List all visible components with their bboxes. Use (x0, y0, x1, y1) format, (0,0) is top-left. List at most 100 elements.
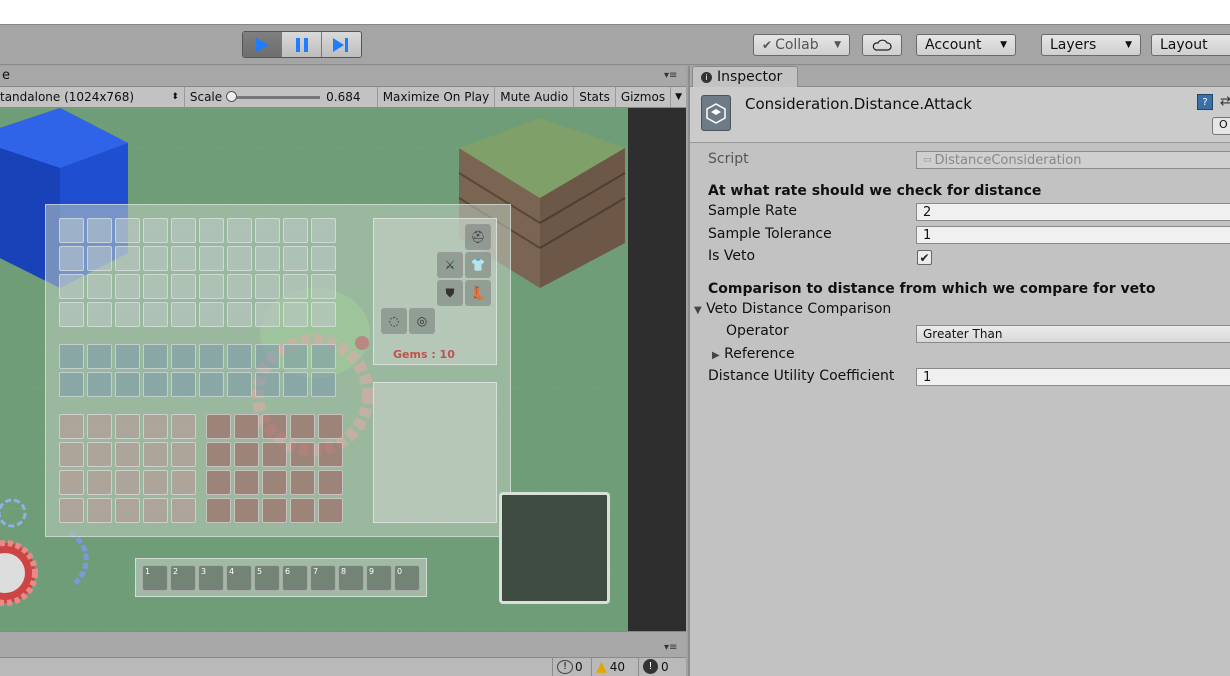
loot-slot[interactable] (234, 442, 259, 467)
hotbar-slot[interactable]: 2 (170, 565, 196, 591)
crafting-slot[interactable] (59, 498, 84, 523)
crafting-slot[interactable] (87, 442, 112, 467)
inventory-slot[interactable] (283, 246, 308, 271)
inventory-slot[interactable] (115, 246, 140, 271)
loot-slot[interactable] (234, 414, 259, 439)
hotbar-slot[interactable]: 9 (366, 565, 392, 591)
inventory-slot[interactable] (283, 274, 308, 299)
inventory-slot[interactable] (227, 246, 252, 271)
inventory-slot[interactable] (255, 218, 280, 243)
minimap[interactable] (499, 492, 610, 604)
scale-slider-knob[interactable] (226, 90, 238, 102)
inventory-slot[interactable] (255, 274, 280, 299)
tab-game[interactable]: e (0, 66, 12, 87)
veto-comparison-foldout[interactable]: ▼ Veto Distance Comparison (694, 301, 891, 317)
storage-slot[interactable] (171, 344, 196, 369)
is-veto-checkbox[interactable]: ✔ (917, 250, 932, 265)
crafting-slot[interactable] (143, 498, 168, 523)
loot-slot[interactable] (290, 442, 315, 467)
pause-button[interactable] (282, 32, 322, 57)
inventory-slot[interactable] (59, 218, 84, 243)
loot-slot[interactable] (206, 414, 231, 439)
scale-slider[interactable] (226, 90, 321, 102)
hotbar-slot[interactable]: 1 (142, 565, 168, 591)
hotbar-slot[interactable]: 0 (394, 565, 420, 591)
hotbar-slot[interactable]: 4 (226, 565, 252, 591)
crafting-slot[interactable] (59, 414, 84, 439)
inventory-slot[interactable] (171, 218, 196, 243)
inventory-slot[interactable] (87, 302, 112, 327)
loot-slot[interactable] (262, 414, 287, 439)
crafting-slot[interactable] (87, 470, 112, 495)
crafting-slot[interactable] (143, 470, 168, 495)
shield-slot[interactable]: ⛊ (437, 280, 463, 306)
settings-icon[interactable]: ⇄ (1220, 94, 1230, 109)
storage-slot[interactable] (143, 372, 168, 397)
loot-slot[interactable] (290, 414, 315, 439)
crafting-slot[interactable] (59, 442, 84, 467)
operator-dropdown[interactable]: Greater Than (916, 325, 1230, 343)
storage-slot[interactable] (171, 372, 196, 397)
loot-slot[interactable] (290, 498, 315, 523)
cloud-button[interactable] (862, 34, 902, 56)
hotbar-slot[interactable]: 6 (282, 565, 308, 591)
loot-slot[interactable] (262, 442, 287, 467)
loot-slot[interactable] (206, 470, 231, 495)
storage-slot[interactable] (199, 344, 224, 369)
inventory-slot[interactable] (171, 246, 196, 271)
hotbar-slot[interactable]: 3 (198, 565, 224, 591)
crafting-slot[interactable] (143, 442, 168, 467)
inventory-slot[interactable] (199, 218, 224, 243)
storage-slot[interactable] (115, 372, 140, 397)
mute-audio-toggle[interactable]: Mute Audio (495, 87, 575, 107)
crafting-slot[interactable] (171, 442, 196, 467)
error-count[interactable]: ! 0 (638, 657, 673, 676)
weapon-slot[interactable]: ⚔ (437, 252, 463, 278)
crafting-slot[interactable] (59, 470, 84, 495)
inventory-slot[interactable] (227, 218, 252, 243)
panel-menu-icon[interactable]: ▾≡ (664, 70, 677, 81)
inventory-slot[interactable] (59, 274, 84, 299)
loot-slot[interactable] (318, 442, 343, 467)
inventory-slot[interactable] (283, 302, 308, 327)
inventory-slot[interactable] (143, 246, 168, 271)
loot-slot[interactable] (318, 498, 343, 523)
sample-tolerance-field[interactable]: 1 (916, 226, 1230, 244)
inventory-slot[interactable] (115, 218, 140, 243)
crafting-slot[interactable] (171, 470, 196, 495)
inventory-slot[interactable] (87, 274, 112, 299)
gizmos-dropdown-icon[interactable]: ▼ (670, 87, 686, 107)
inventory-slot[interactable] (311, 274, 336, 299)
crafting-slot[interactable] (87, 498, 112, 523)
help-icon[interactable]: ? (1197, 94, 1213, 110)
inventory-slot[interactable] (143, 302, 168, 327)
hotbar-slot[interactable]: 8 (338, 565, 364, 591)
inventory-slot[interactable] (311, 218, 336, 243)
loot-slot[interactable] (206, 498, 231, 523)
storage-slot[interactable] (311, 372, 336, 397)
loot-slot[interactable] (318, 470, 343, 495)
storage-slot[interactable] (199, 372, 224, 397)
step-button[interactable] (321, 32, 361, 57)
crafting-slot[interactable] (115, 470, 140, 495)
inventory-slot[interactable] (255, 302, 280, 327)
inventory-slot[interactable] (199, 274, 224, 299)
layout-dropdown[interactable]: Layout (1151, 34, 1230, 56)
inventory-slot[interactable] (227, 274, 252, 299)
hotbar-slot[interactable]: 7 (310, 565, 336, 591)
hotbar-slot[interactable]: 5 (254, 565, 280, 591)
crafting-slot[interactable] (171, 498, 196, 523)
inventory-slot[interactable] (311, 302, 336, 327)
loot-slot[interactable] (262, 470, 287, 495)
storage-slot[interactable] (87, 344, 112, 369)
inventory-slot[interactable] (87, 218, 112, 243)
storage-slot[interactable] (143, 344, 168, 369)
layers-dropdown[interactable]: Layers ▼ (1041, 34, 1141, 56)
inventory-slot[interactable] (311, 246, 336, 271)
gizmos-toggle[interactable]: Gizmos (616, 87, 670, 107)
coefficient-field[interactable]: 1 (916, 368, 1230, 386)
storage-slot[interactable] (283, 344, 308, 369)
tab-inspector[interactable]: i Inspector (692, 66, 798, 87)
inventory-slot[interactable] (115, 274, 140, 299)
inventory-slot[interactable] (115, 302, 140, 327)
